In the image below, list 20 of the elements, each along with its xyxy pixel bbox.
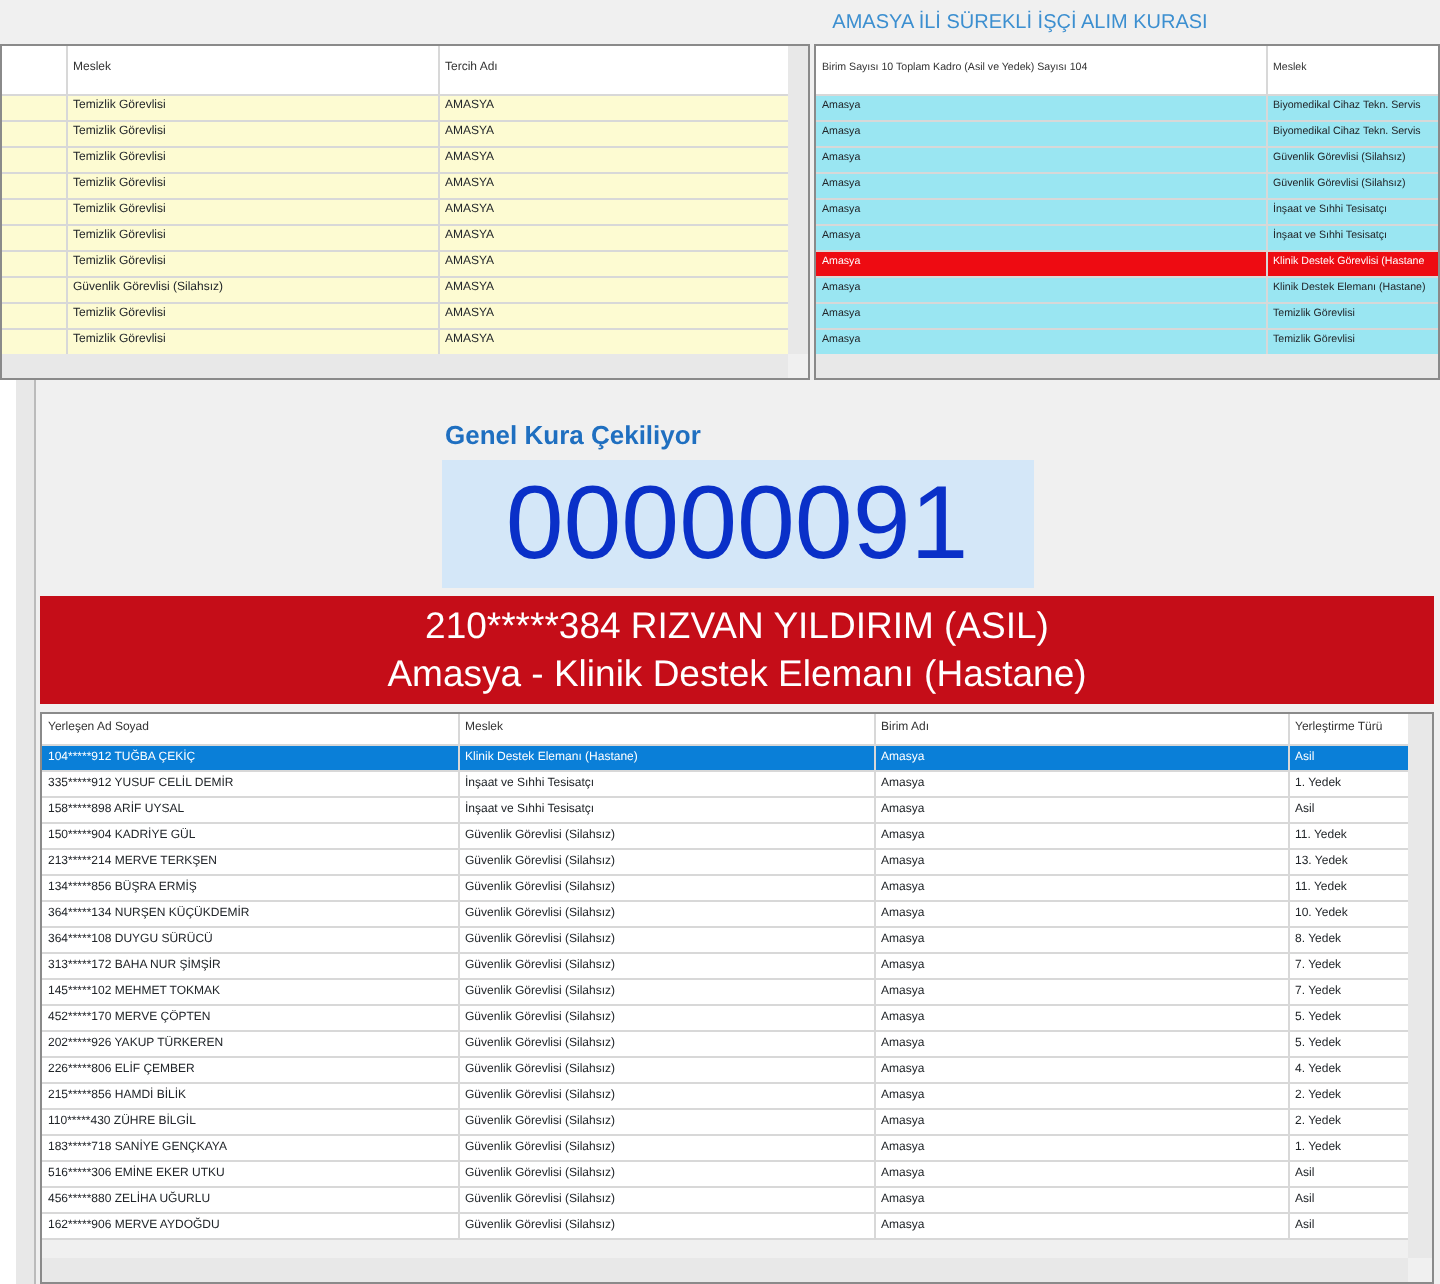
table-cell <box>2 224 66 250</box>
table-cell <box>2 146 66 172</box>
page-title: AMASYA İLİ SÜREKLİ İŞÇİ ALIM KURASI <box>830 8 1210 38</box>
table-cell <box>2 250 66 276</box>
draw-status: Genel Kura Çekiliyor <box>443 418 703 454</box>
scrollbar[interactable] <box>42 1258 1408 1282</box>
winner-name: 210*****384 RIZVAN YILDIRIM (ASIL) <box>423 601 1051 649</box>
table-cell <box>2 302 66 328</box>
table-cell <box>2 172 66 198</box>
scrollbar[interactable] <box>816 354 1438 378</box>
table-cell <box>2 198 66 224</box>
table-cell <box>2 120 66 146</box>
scrollbar[interactable] <box>788 46 808 354</box>
winner-position: Amasya - Klinik Destek Elemanı (Hastane) <box>385 649 1089 697</box>
scrollbar[interactable] <box>1408 713 1432 1258</box>
table-cell <box>2 276 66 302</box>
draw-number: 00000091 <box>441 459 1033 587</box>
scrollbar[interactable] <box>16 380 34 1284</box>
scrollbar[interactable] <box>2 354 788 378</box>
table-cell <box>2 328 66 354</box>
